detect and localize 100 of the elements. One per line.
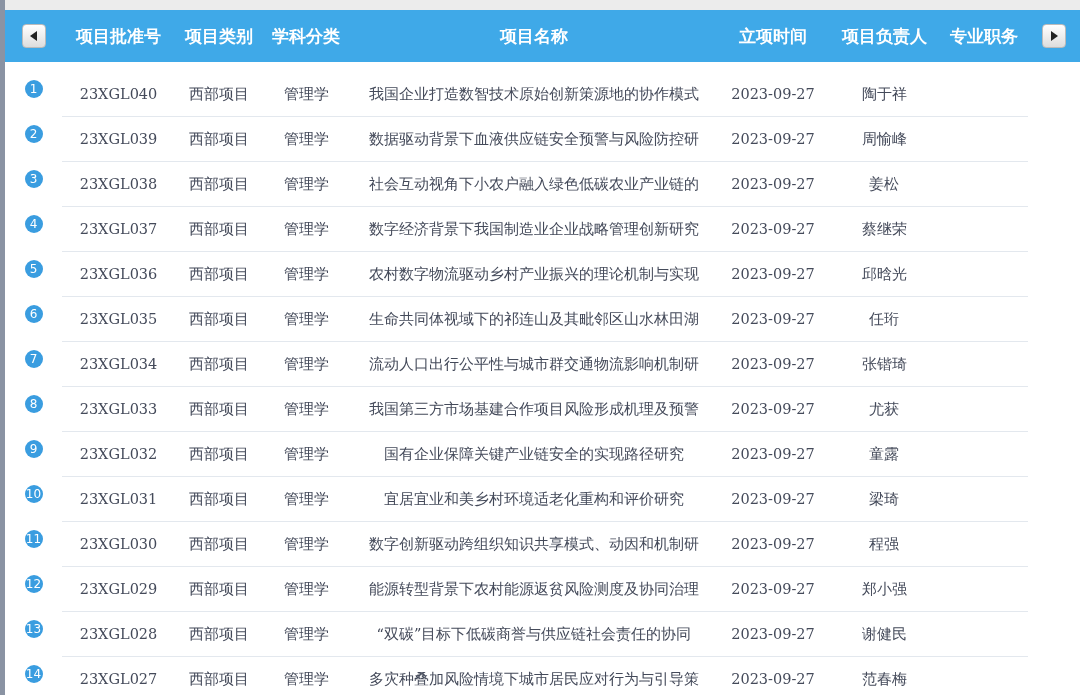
table-cell-text: 管理学 [282,84,330,104]
table-cell-text: 蔡继荣 [860,219,908,239]
table-cell-text: 2023-09-27 [730,221,816,237]
table-cell-text: 2023-09-27 [730,86,816,102]
table-cell-text: 管理学 [282,624,330,644]
table-cell-text: 23XGL027 [78,671,159,687]
table-cell-text: 尤获 [868,399,900,419]
column-header: 项目名称 [498,24,569,48]
table-cell-text: 2023-09-27 [730,626,816,642]
table-cell-text: 姜松 [868,174,900,194]
table-cell-text: 陶于祥 [860,84,908,104]
table-cell-text: 西部项目 [187,174,250,194]
table-cell-text: 数字经济背景下我国制造业企业战略管理创新研究 [368,219,700,239]
table-cell-text: 我国第三方市场基建合作项目风险形成机理及预警 [368,399,700,419]
table-cell-text: 2023-09-27 [730,266,816,282]
table-cell-text: 23XGL033 [78,401,159,417]
row-number-badge: 13 [24,620,43,638]
table-cell-text: 管理学 [282,579,330,599]
table-cell-text: 管理学 [282,489,330,509]
table-cell-text: 23XGL028 [78,626,159,642]
table-cell-text: 2023-09-27 [730,176,816,192]
column-header: 立项时间 [738,24,808,48]
column-header: 项目批准号 [74,24,162,48]
table-cell-text: 邱晗光 [860,264,908,284]
table-cell-text: 我国企业打造数智技术原始创新策源地的协作模式 [368,84,700,104]
table-cell-text: 2023-09-27 [730,491,816,507]
table-cell-text: 西部项目 [187,624,250,644]
row-number-badge: 5 [24,260,43,278]
table-cell-text: 管理学 [282,174,330,194]
table-cell-text: 生命共同体视域下的祁连山及其毗邻区山水林田湖 [368,309,700,329]
right-triangle-icon [1050,31,1058,41]
row-number-badge: 8 [24,395,43,413]
table-cell-text: 农村数字物流驱动乡村产业振兴的理论机制与实现 [368,264,700,284]
table-cell-text: 管理学 [282,264,330,284]
row-number-badge: 4 [24,215,43,233]
row-number-badge: 11 [24,530,43,548]
table-cell-text: 2023-09-27 [730,311,816,327]
table-cell-text: 23XGL032 [78,446,159,462]
column-header: 学科分类 [271,24,341,48]
table-cell-text: 23XGL034 [78,356,159,372]
row-number-badge: 9 [24,440,43,458]
table-cell-text: 西部项目 [187,84,250,104]
row-number-badge: 1 [24,80,43,98]
table-cell-text: 西部项目 [187,219,250,239]
table-cell-text: 任珩 [868,309,900,329]
table-cell-text: 程强 [868,534,900,554]
table-cell-text: 管理学 [282,219,330,239]
scroll-right-button[interactable] [1042,24,1066,48]
table-cell-text: 23XGL029 [78,581,159,597]
table-cell-text: 23XGL040 [78,86,159,102]
table-cell-text: 西部项目 [187,669,250,689]
table-cell-text: 西部项目 [187,129,250,149]
row-number-badge: 2 [24,125,43,143]
table-cell-text: 23XGL035 [78,311,159,327]
table-cell-text: 23XGL037 [78,221,159,237]
table-cell-text: 张锴琦 [860,354,908,374]
row-number-badge: 12 [24,575,43,593]
table-cell-text: 2023-09-27 [730,671,816,687]
row-number-badge: 7 [24,350,43,368]
table-cell-text: “双碳”目标下低碳商誉与供应链社会责任的协同 [375,624,693,644]
row-number-badge: 10 [24,485,43,503]
table-cell-text: 西部项目 [187,354,250,374]
table-cell-text: 西部项目 [187,444,250,464]
table-cell-text: 管理学 [282,534,330,554]
table-cell-text: 管理学 [282,354,330,374]
table-cell-text: 西部项目 [187,579,250,599]
table-cell-text: 23XGL031 [78,491,159,507]
table-cell-text: 谢健民 [860,624,908,644]
table-cell-text: 数字创新驱动跨组织知识共享模式、动因和机制研 [368,534,700,554]
table-cell-text: 梁琦 [868,489,900,509]
table-cell-text: 2023-09-27 [730,581,816,597]
table-cell-text: 西部项目 [187,534,250,554]
table-cell-text: 郑小强 [860,579,908,599]
table-cell-text: 2023-09-27 [730,446,816,462]
table-cell-text: 宜居宜业和美乡村环境适老化重构和评价研究 [383,489,685,509]
table-cell-text: 2023-09-27 [730,356,816,372]
scroll-left-button[interactable] [21,24,46,48]
table-cell-text: 西部项目 [187,309,250,329]
table-cell-text: 范春梅 [860,669,908,689]
table-cell-text: 童露 [868,444,900,464]
column-header: 项目类别 [183,24,254,48]
table-cell-text: 管理学 [282,444,330,464]
table-cell-text: 23XGL039 [78,131,159,147]
table-cell-text: 流动人口出行公平性与城市群交通物流影响机制研 [368,354,700,374]
table-cell-text: 23XGL036 [78,266,159,282]
table-cell-text: 2023-09-27 [730,131,816,147]
table-cell-text: 管理学 [282,669,330,689]
table-cell-text: 社会互动视角下小农户融入绿色低碳农业产业链的 [368,174,700,194]
column-header: 专业职务 [949,24,1019,48]
table-cell-text: 西部项目 [187,264,250,284]
table-cell-text: 2023-09-27 [730,536,816,552]
table-cell-text: 23XGL030 [78,536,159,552]
table-cell-text: 能源转型背景下农村能源返贫风险测度及协同治理 [368,579,700,599]
table-cell-text: 数据驱动背景下血液供应链安全预警与风险防控研 [368,129,700,149]
row-number-badge: 3 [24,170,43,188]
table-cell-text: 管理学 [282,399,330,419]
table-cell-text: 管理学 [282,309,330,329]
table-cell-text: 周愉峰 [860,129,908,149]
table-cell-text: 西部项目 [187,399,250,419]
table-cell-text: 管理学 [282,129,330,149]
